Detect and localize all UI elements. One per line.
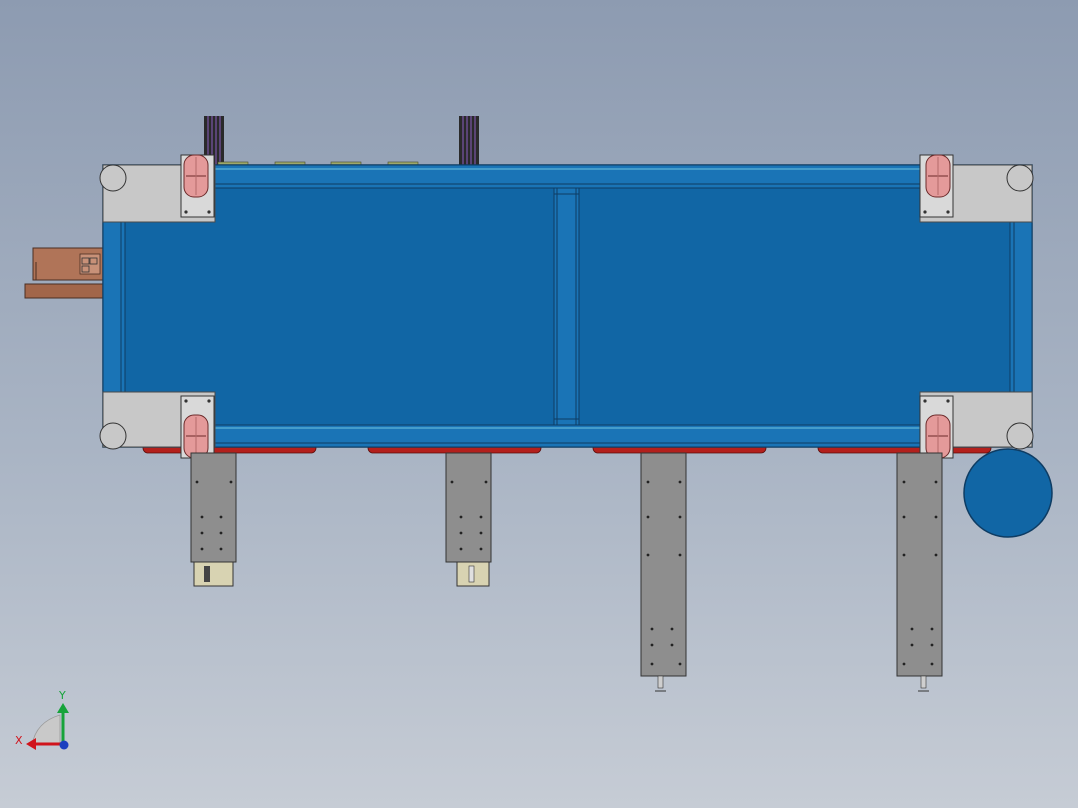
leg-1-bracket[interactable] — [193, 561, 234, 587]
main-frame[interactable] — [102, 164, 1033, 448]
y-axis-label: Y — [58, 689, 66, 702]
leg-3[interactable] — [640, 452, 687, 677]
leg-2-bracket[interactable] — [456, 561, 490, 587]
leg-2[interactable] — [445, 452, 492, 563]
z-axis-dot — [59, 740, 69, 750]
leg-4-foot[interactable] — [918, 675, 929, 692]
drive-motor[interactable] — [963, 448, 1053, 538]
leg-4[interactable] — [896, 452, 943, 677]
cad-viewport[interactable]: Y X — [0, 0, 1078, 808]
leg-3-foot[interactable] — [655, 675, 666, 692]
caster-wheel-bottom-left[interactable] — [180, 395, 215, 459]
triad-arc-icon — [31, 714, 61, 746]
leg-1[interactable] — [190, 452, 237, 563]
gearbox-unit[interactable] — [24, 247, 104, 299]
cable-bundle-center[interactable] — [459, 116, 479, 166]
model-view[interactable]: Y X — [0, 0, 1078, 808]
caster-wheel-top-right[interactable] — [919, 154, 954, 218]
x-axis-label: X — [15, 734, 23, 747]
caster-wheel-top-left[interactable] — [180, 154, 215, 218]
coordinate-triad: Y X — [15, 689, 69, 750]
caster-wheel-bottom-right[interactable] — [919, 395, 954, 459]
